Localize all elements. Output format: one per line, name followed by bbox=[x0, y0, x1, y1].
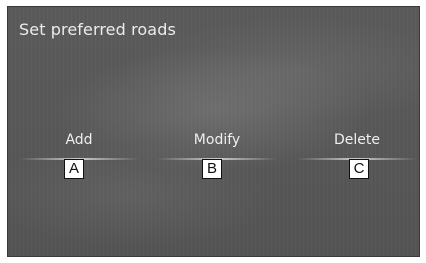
modify-button-label: Modify bbox=[193, 132, 241, 148]
callout-c: C bbox=[349, 159, 369, 179]
add-button-label: Add bbox=[65, 132, 93, 148]
callout-a: A bbox=[64, 159, 84, 179]
callout-b: B bbox=[202, 159, 222, 179]
screen-title: Set preferred roads bbox=[19, 20, 176, 39]
preferred-roads-screen: Set preferred roads Add Modify Delete bbox=[7, 6, 420, 257]
delete-button-label: Delete bbox=[334, 132, 380, 148]
